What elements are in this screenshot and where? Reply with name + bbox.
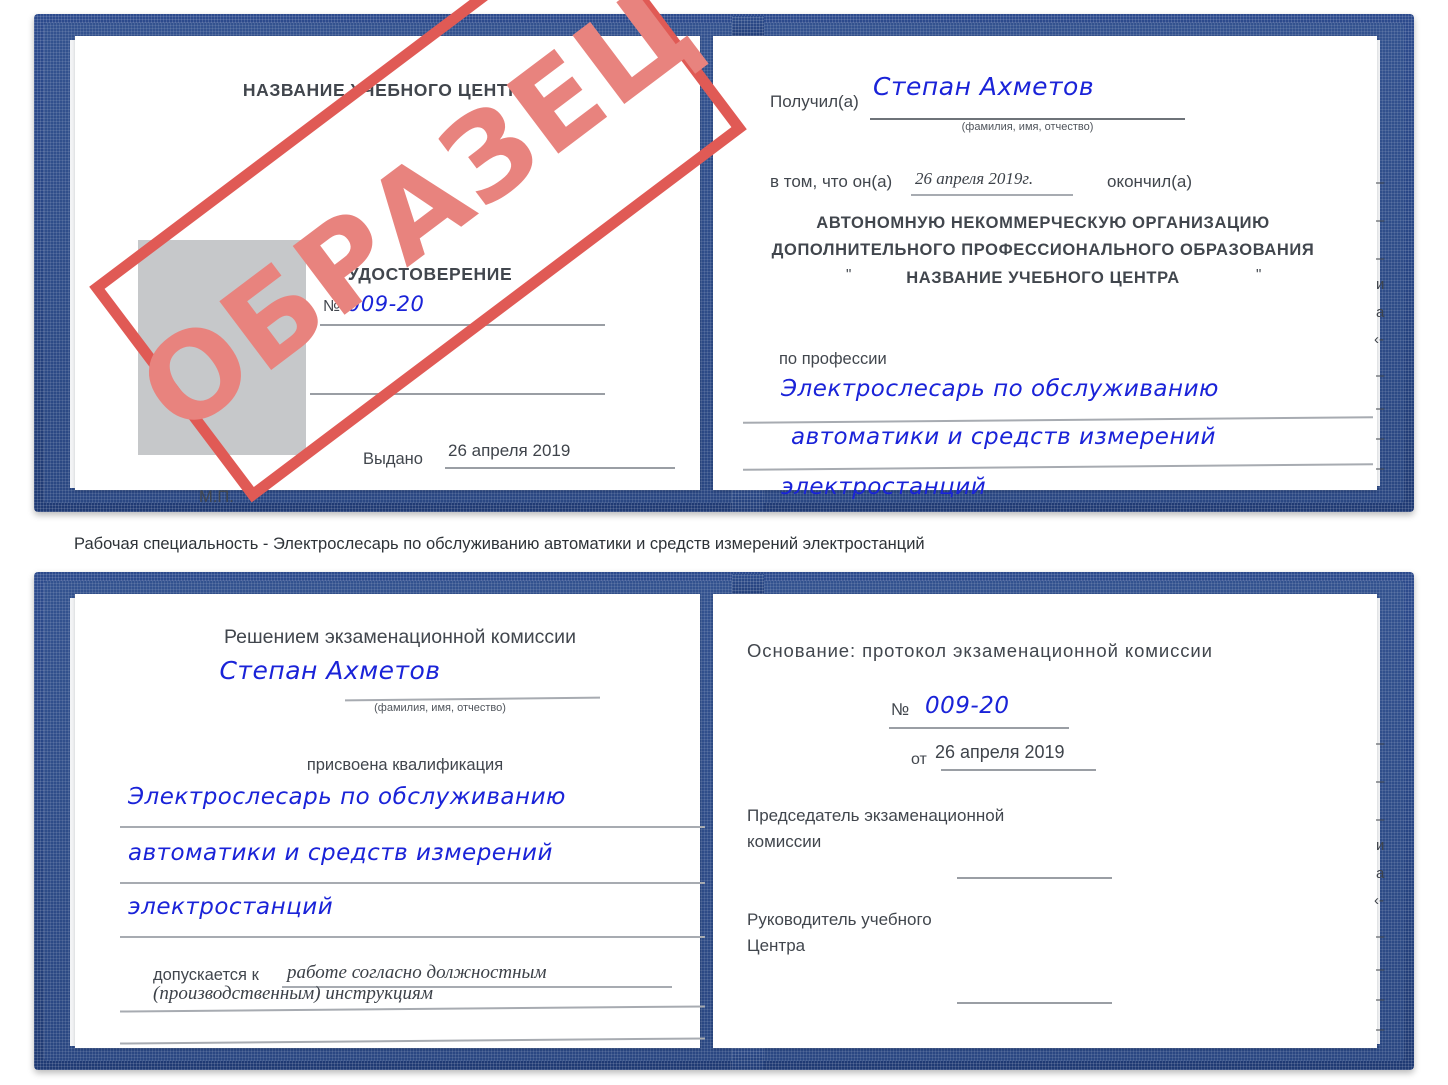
profession-line-2: автоматики и средств измерений <box>791 424 1216 450</box>
qualification-line-2: автоматики и средств измерений <box>128 840 553 866</box>
number-rule <box>320 324 605 326</box>
decision-title: Решением экзаменационной комиссии <box>224 626 576 648</box>
protocol-number-label: № <box>891 700 910 719</box>
qualification-rule-3 <box>120 936 705 938</box>
profession-line-1: Электрослесарь по обслуживанию <box>781 376 1219 402</box>
in-that-label: в том, что он(а) <box>770 172 893 191</box>
protocol-date-label: от <box>911 751 927 768</box>
page-top-left: НАЗВАНИЕ УЧЕБНОГО ЦЕНТРА УДОСТОВЕРЕНИЕ №… <box>75 36 700 506</box>
edge-mark: – <box>1376 250 1385 267</box>
qualification-line-3: электростанций <box>128 894 334 920</box>
qualification-line-1: Электрослесарь по обслуживанию <box>128 784 566 810</box>
protocol-number-rule <box>889 727 1069 729</box>
qualification-rule-1 <box>120 826 705 828</box>
protocol-date-rule <box>941 769 1096 771</box>
profession-line-3: электростанций <box>781 474 987 500</box>
profession-rule-2 <box>743 463 1373 471</box>
certificate-book-bottom: Решением экзаменационной комиссии Степан… <box>34 572 1414 1070</box>
quote-close-top: " <box>1256 266 1262 283</box>
page-bottom-left: Решением экзаменационной комиссии Степан… <box>75 594 705 1048</box>
head-label-line-2: Центра <box>747 936 806 955</box>
seal-label: М.П. <box>199 488 234 506</box>
document-type-title: УДОСТОВЕРЕНИЕ <box>347 264 513 284</box>
received-label: Получил(а) <box>770 92 859 111</box>
received-rule <box>870 118 1185 120</box>
qualification-rule-2 <box>120 882 705 884</box>
edge-mark: и <box>1376 837 1385 854</box>
organization-line-2: ДОПОЛНИТЕЛЬНОГО ПРОФЕССИОНАЛЬНОГО ОБРАЗО… <box>771 241 1315 259</box>
page-top-right: Получил(а) Степан Ахметов (фамилия, имя,… <box>713 36 1377 500</box>
edge-mark: – <box>1376 174 1385 191</box>
edge-mark: – <box>1376 735 1385 752</box>
edge-mark: ‹- <box>1374 892 1384 909</box>
edge-mark: – <box>1376 367 1385 384</box>
basis-label: Основание: протокол экзаменационной коми… <box>747 640 1213 661</box>
edge-mark: – <box>1376 773 1385 790</box>
edge-mark: – <box>1376 212 1385 229</box>
edge-mark: – <box>1376 430 1385 447</box>
head-label-line-1: Руководитель учебного <box>747 910 932 929</box>
name-hint-top: (фамилия, имя, отчество) <box>961 121 1094 133</box>
edge-mark: и <box>1376 276 1385 293</box>
edge-mark: ‹- <box>1374 331 1384 348</box>
issued-date-value: 26 апреля 2019 <box>448 441 571 460</box>
allowed-rule-3 <box>120 1037 705 1045</box>
edge-mark: – <box>1376 811 1385 828</box>
page-caption: Рабочая специальность - Электрослесарь п… <box>74 535 925 553</box>
chairman-label-line-2: комиссии <box>747 832 822 851</box>
profession-rule-1 <box>743 416 1373 424</box>
completion-date-value: 26 апреля 2019г. <box>915 169 1034 188</box>
blank-rule-1 <box>310 393 605 395</box>
name-hint-bottom: (фамилия, имя, отчество) <box>374 702 506 714</box>
received-name-value: Степан Ахметов <box>873 72 1095 101</box>
issued-rule <box>445 467 675 469</box>
name-rule-bottom <box>344 696 601 701</box>
training-center-title: НАЗВАНИЕ УЧЕБНОГО ЦЕНТРА <box>242 80 533 100</box>
finished-label: окончил(а) <box>1107 172 1192 191</box>
certificate-book-top: НАЗВАНИЕ УЧЕБНОГО ЦЕНТРА УДОСТОВЕРЕНИЕ №… <box>34 14 1414 512</box>
qualification-label: присвоена квалификация <box>306 756 504 774</box>
student-name-value: Степан Ахметов <box>219 656 441 685</box>
allowed-value-line-1: работе согласно должностным <box>287 962 547 983</box>
edge-mark: – <box>1376 1021 1385 1038</box>
edge-mark: – <box>1376 928 1385 945</box>
organization-name: НАЗВАНИЕ УЧЕБНОГО ЦЕНТРА <box>906 269 1180 287</box>
edge-mark: – <box>1376 460 1385 477</box>
edge-mark: – <box>1376 961 1385 978</box>
issued-label: Выдано <box>363 450 423 468</box>
profession-label: по профессии <box>779 350 887 368</box>
certificate-number-value: 009-20 <box>347 292 425 316</box>
chairman-label-line-1: Председатель экзаменационной <box>747 806 1005 825</box>
organization-line-1: АВТОНОМНУЮ НЕКОММЕРЧЕСКУЮ ОРГАНИЗАЦИЮ <box>816 214 1270 232</box>
edge-mark: – <box>1376 991 1385 1008</box>
completion-date-rule <box>911 194 1073 196</box>
allowed-rule-2 <box>120 1005 705 1013</box>
protocol-number-value: 009-20 <box>925 693 1010 719</box>
head-signature-rule <box>957 1002 1112 1004</box>
allowed-value-line-2: (производственным) инструкциям <box>153 983 433 1004</box>
chairman-signature-rule <box>957 877 1112 879</box>
screenshot-root: НАЗВАНИЕ УЧЕБНОГО ЦЕНТРА УДОСТОВЕРЕНИЕ №… <box>0 0 1448 1085</box>
page-bottom-right: Основание: протокол экзаменационной коми… <box>713 594 1377 1048</box>
number-label: № <box>323 298 341 315</box>
protocol-date-value: 26 апреля 2019 <box>935 742 1065 762</box>
edge-mark: – <box>1376 400 1385 417</box>
edge-mark: а <box>1376 865 1385 882</box>
edge-mark: а <box>1376 304 1385 321</box>
